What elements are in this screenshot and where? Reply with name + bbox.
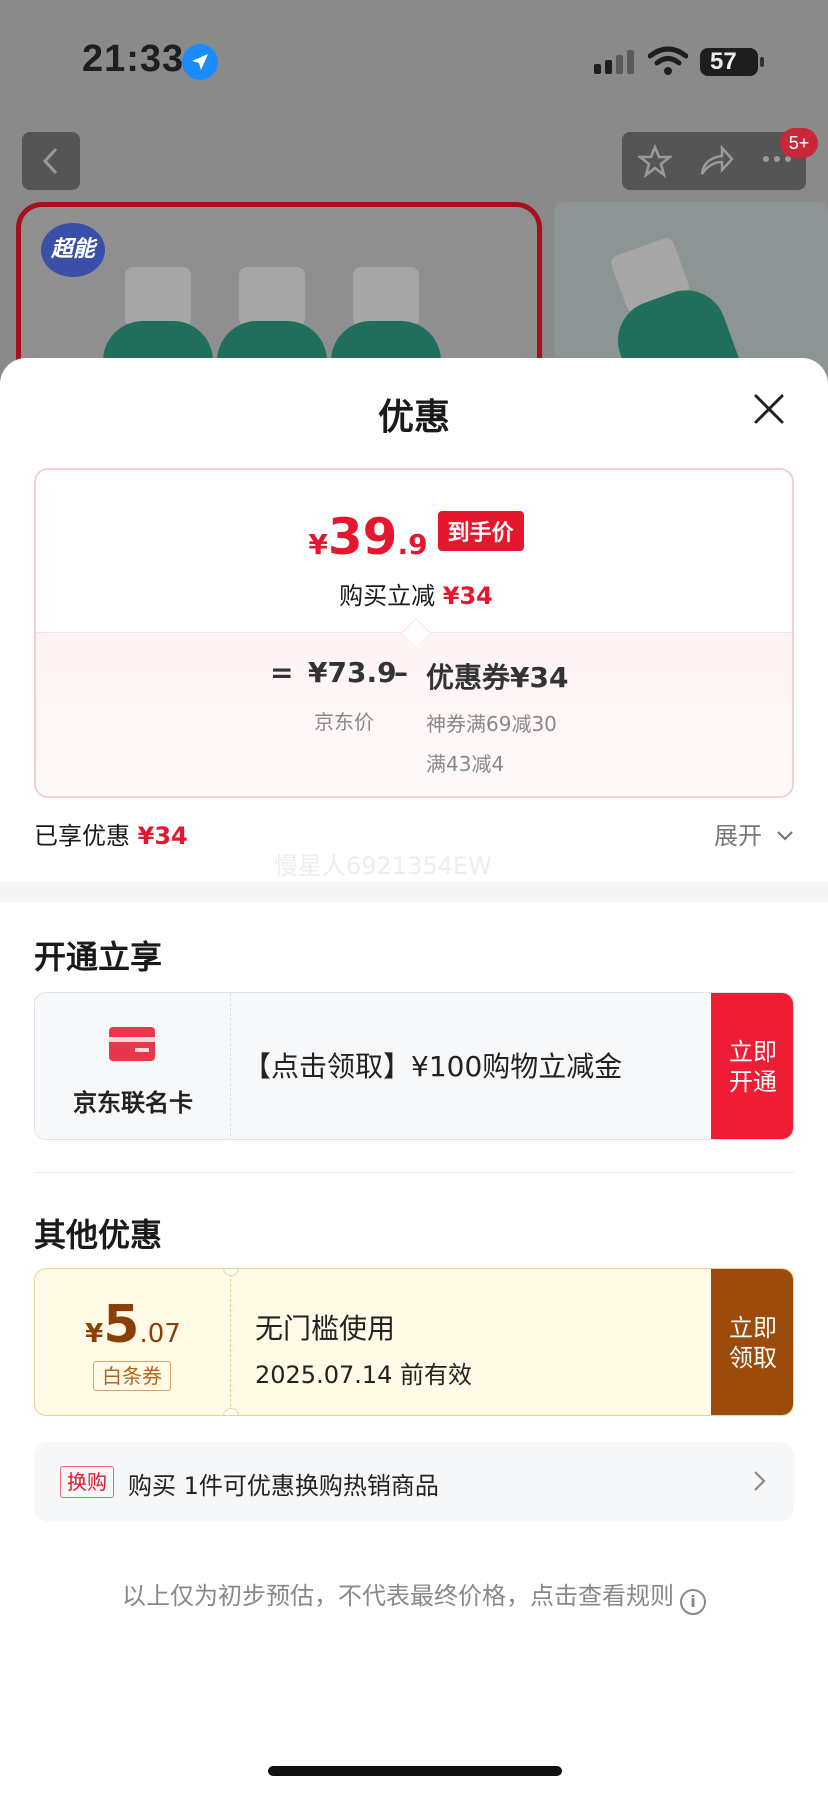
coupon-value-area: ¥5.07 白条券 (35, 1269, 231, 1415)
enjoyed-amount: ¥34 (137, 822, 188, 850)
brand-logo: 超能 (41, 223, 105, 277)
exchange-tag: 换购 (60, 1466, 114, 1498)
discount-sheet: 优惠 ¥39.9 到手价 购买立减 ¥34 = ¥73.9 – 优惠券¥34 京东… (0, 358, 828, 1796)
coupon-total: 优惠券¥34 (426, 661, 569, 694)
cobrand-card-info: 京东联名卡 (35, 993, 231, 1139)
enjoyed-label: 已享优惠 (34, 822, 130, 850)
coupon-detail: 满43减4 (426, 752, 505, 776)
status-bar: 21:33 57 (0, 0, 828, 120)
final-price-decimal: .9 (397, 528, 428, 561)
final-price-tag: 到手价 (437, 511, 524, 551)
battery-tip (760, 57, 764, 67)
coupon-punch-hole (223, 1408, 239, 1415)
price-breakdown-card: ¥39.9 到手价 购买立减 ¥34 = ¥73.9 – 优惠券¥34 京东价 神… (34, 468, 794, 798)
coupon-condition: 无门槛使用 (255, 1312, 396, 1345)
watermark: 慢星人6921354EW (274, 852, 492, 880)
exchange-offer-row[interactable]: 换购 购买 1件可优惠换购热销商品 (34, 1442, 794, 1522)
back-button[interactable] (22, 132, 80, 190)
final-price-integer: 39 (327, 508, 398, 566)
final-price: ¥39.9 到手价 (36, 508, 792, 566)
battery-icon: 57 (700, 48, 758, 76)
claim-coupon-button[interactable]: 立即领取 (711, 1269, 793, 1415)
coupon-detail: 神券满69减30 (426, 712, 557, 736)
formula-minus: – (394, 656, 408, 689)
wifi-icon (648, 46, 688, 75)
share-icon[interactable] (698, 144, 734, 178)
notification-badge: 5+ (780, 128, 818, 158)
status-time: 21:33 (82, 38, 185, 80)
open-now-button[interactable]: 立即开通 (711, 993, 793, 1139)
final-price-currency: ¥ (308, 528, 328, 561)
credit-card-icon (109, 1027, 155, 1061)
divider-line (34, 1172, 794, 1173)
coupon-integer: 5 (103, 1295, 140, 1355)
coupon-expiry: 2025.07.14 前有效 (255, 1361, 473, 1389)
price-disclaimer[interactable]: 以上仅为初步预估，不代表最终价格，点击查看规则 i (0, 1576, 828, 1615)
close-icon[interactable] (748, 388, 790, 430)
section-divider (0, 882, 828, 902)
cobrand-card-offer[interactable]: 京东联名卡 【点击领取】¥100购物立减金 立即开通 (34, 992, 794, 1140)
star-icon[interactable] (638, 144, 672, 178)
coupon-currency: ¥ (85, 1319, 104, 1349)
open-section-title: 开通立享 (34, 938, 163, 976)
coupon-value: ¥5.07 (35, 1295, 231, 1355)
coupon-type-badge: 白条券 (93, 1361, 171, 1391)
coupon-card[interactable]: ¥5.07 白条券 无门槛使用 2025.07.14 前有效 立即领取 (34, 1268, 794, 1416)
expand-toggle[interactable]: 展开 (714, 816, 794, 851)
instant-discount: 购买立减 ¥34 (36, 576, 792, 611)
disclaimer-text: 以上仅为初步预估，不代表最终价格，点击查看规则 (122, 1582, 674, 1610)
chevron-right-icon (754, 1471, 766, 1491)
nav-actions (622, 132, 806, 190)
price-formula: = ¥73.9 – 优惠券¥34 京东价 神券满69减30 满43减4 (36, 656, 792, 796)
background-page: 21:33 57 5+ 超能 (0, 0, 828, 420)
instant-discount-amount: ¥34 (442, 582, 493, 610)
sheet-title: 优惠 (377, 397, 450, 438)
home-indicator (268, 1766, 562, 1776)
enjoyed-discount: 已享优惠 ¥34 (34, 816, 188, 851)
exchange-text: 购买 1件可优惠换购热销商品 (128, 1472, 439, 1500)
jd-price-label: 京东价 (314, 710, 374, 734)
instant-discount-label: 购买立减 (339, 582, 436, 610)
chevron-left-icon (42, 147, 58, 175)
coupon-decimal: .07 (139, 1319, 181, 1349)
cobrand-offer-text: 【点击领取】¥100购物立减金 (243, 1050, 623, 1083)
chevron-down-icon (776, 831, 793, 841)
location-icon (182, 44, 218, 80)
info-icon[interactable]: i (680, 1589, 706, 1615)
jd-price: ¥73.9 (308, 656, 397, 689)
cellular-signal-icon (594, 50, 634, 74)
formula-equals: = (270, 656, 294, 689)
expand-label: 展开 (714, 822, 762, 850)
other-section-title: 其他优惠 (34, 1216, 163, 1254)
cobrand-card-name: 京东联名卡 (73, 1089, 193, 1117)
